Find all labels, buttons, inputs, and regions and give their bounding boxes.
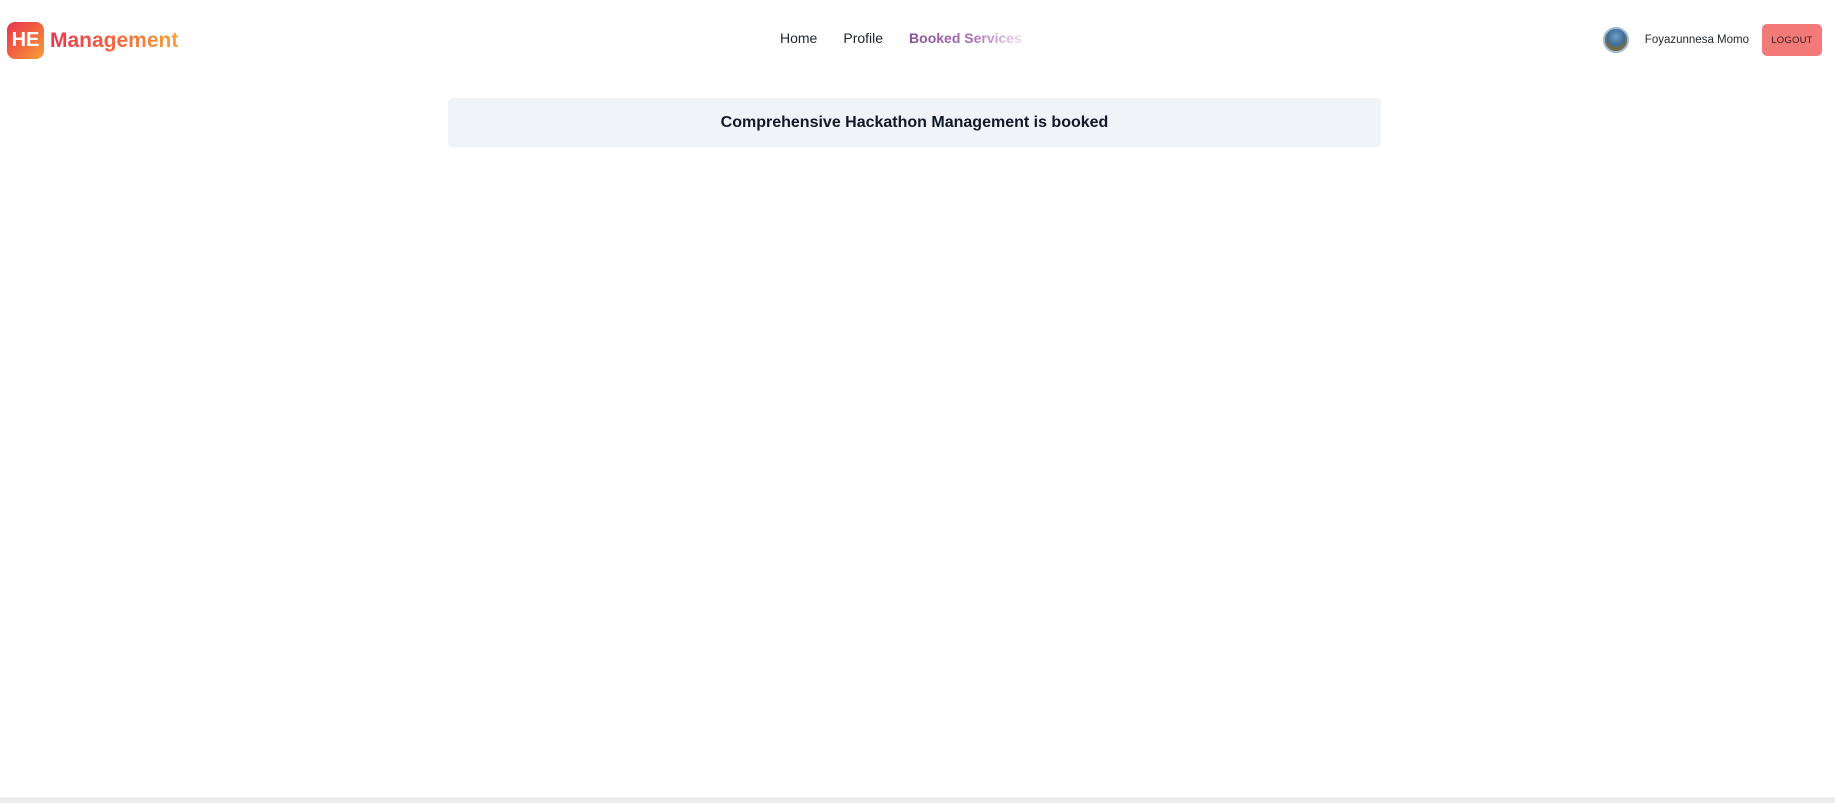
nav-profile-link[interactable]: Profile xyxy=(843,30,883,46)
logout-button[interactable]: LOGOUT xyxy=(1762,24,1822,56)
avatar[interactable] xyxy=(1602,27,1629,53)
nav-booked-services-link[interactable]: Booked Services xyxy=(909,30,1022,46)
user-name: Foyazunnesa Momo xyxy=(1644,34,1749,46)
navbar: HE Management Home Profile Booked Servic… xyxy=(0,0,1835,82)
main-nav: Home Profile Booked Services xyxy=(780,30,1048,46)
booking-card: Comprehensive Hackathon Management is bo… xyxy=(448,98,1381,147)
user-area: Foyazunnesa Momo LOGOUT xyxy=(1602,24,1822,56)
page: HE Management Home Profile Booked Servic… xyxy=(0,0,1835,803)
booking-message: Comprehensive Hackathon Management is bo… xyxy=(720,113,1109,131)
nav-home-link[interactable]: Home xyxy=(780,30,817,46)
brand-logo-link[interactable]: HE Management xyxy=(7,22,178,59)
bottom-strip xyxy=(0,797,1835,803)
brand-name: Management xyxy=(50,28,179,52)
logo-badge: HE xyxy=(7,22,44,59)
